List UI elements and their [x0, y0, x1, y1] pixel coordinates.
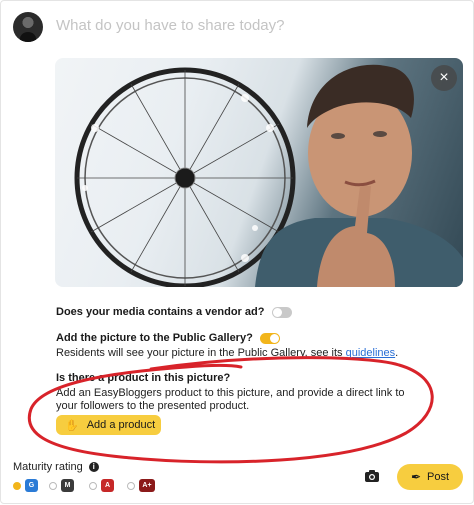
rating-badge-a: A [101, 479, 114, 492]
media-image [74, 64, 463, 287]
product-question: Is there a product in this picture? [56, 372, 231, 384]
radio-dot[interactable] [13, 481, 21, 490]
radio-dot[interactable] [127, 481, 135, 490]
public-gallery-desc-end: . [395, 347, 399, 359]
rating-option-a[interactable]: A [89, 479, 114, 492]
compose-input[interactable]: What do you have to share today? [56, 17, 284, 34]
radio-dot[interactable] [49, 481, 57, 490]
rating-option-a-plus[interactable]: A+ [127, 479, 155, 492]
add-product-label: Add a product [86, 419, 156, 431]
person-figure [255, 64, 463, 287]
rating-option-m[interactable]: M [49, 479, 74, 492]
public-gallery-toggle[interactable] [259, 332, 280, 344]
wheel-graphic [74, 67, 296, 287]
maturity-label: Maturity rating [13, 461, 83, 473]
post-label: Post [427, 471, 450, 483]
public-gallery-row: Add the picture to the Public Gallery? [56, 332, 280, 344]
rating-badge-m: M [61, 479, 74, 492]
rating-badge-a-plus: A+ [139, 479, 155, 492]
vendor-ad-question: Does your media contains a vendor ad? [56, 306, 265, 318]
post-composer-card: What do you have to share today? × Does … [0, 0, 474, 504]
rating-badge-g: G [25, 479, 38, 492]
public-gallery-desc-text: Residents will see your picture in the P… [56, 347, 346, 359]
product-question-row: Is there a product in this picture? [56, 372, 230, 384]
public-gallery-question: Add the picture to the Public Gallery? [56, 332, 253, 344]
hand-coin-icon: ✋ [65, 419, 79, 432]
quill-icon: ✒ [410, 470, 422, 484]
avatar[interactable] [13, 12, 43, 42]
post-button[interactable]: ✒ Post [397, 464, 463, 490]
camera-icon[interactable] [364, 469, 380, 483]
guidelines-link[interactable]: guidelines [346, 347, 396, 359]
radio-dot[interactable] [89, 481, 97, 490]
add-product-button[interactable]: ✋ Add a product [56, 415, 161, 435]
close-icon[interactable]: × [431, 65, 457, 91]
info-icon[interactable]: i [88, 462, 99, 473]
media-preview: × [55, 58, 463, 287]
rating-option-g[interactable]: G [13, 479, 38, 492]
maturity-label-row: Maturity rating i [13, 461, 99, 473]
vendor-ad-toggle[interactable] [271, 306, 292, 318]
product-description: Add an EasyBloggers product to this pict… [56, 387, 405, 412]
vendor-ad-row: Does your media contains a vendor ad? [56, 306, 292, 318]
public-gallery-description: Residents will see your picture in the P… [56, 347, 398, 360]
